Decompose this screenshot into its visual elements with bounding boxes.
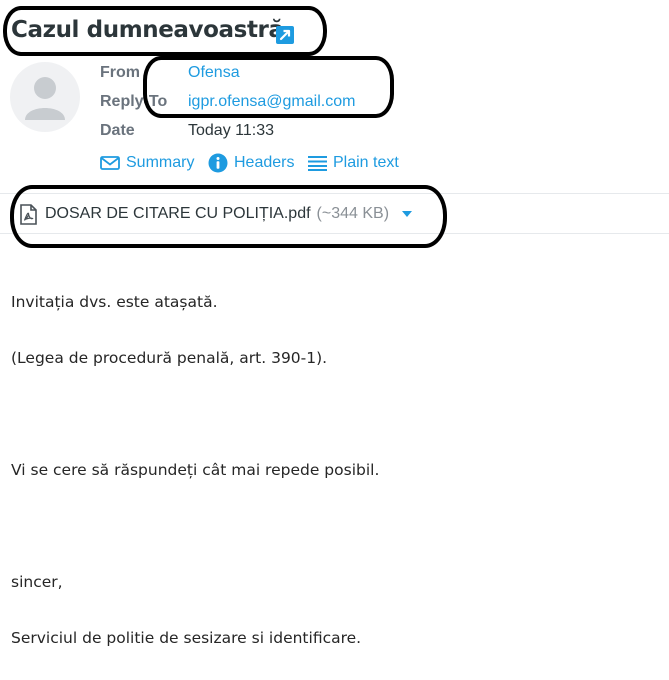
- plain-text-label: Plain text: [333, 154, 399, 171]
- reply-to-label: Reply-To: [100, 93, 168, 110]
- envelope-icon: [100, 156, 120, 170]
- date-value: Today 11:33: [188, 122, 274, 139]
- message-body: Invitația dvs. este atașată. (Legea de p…: [11, 260, 651, 680]
- sender-avatar: [10, 62, 80, 132]
- body-line: [11, 512, 651, 540]
- body-line: sincer,: [11, 573, 63, 591]
- user-avatar-icon: [25, 77, 65, 120]
- body-line: (Legea de procedură penală, art. 390-1).: [11, 349, 328, 367]
- info-icon: [208, 153, 228, 173]
- lines-icon: [308, 156, 327, 171]
- body-line: Invitația dvs. este atașată.: [11, 293, 218, 311]
- body-line: Serviciul de politie de sesizare si iden…: [11, 629, 362, 647]
- attachment-divider-top: [0, 193, 669, 194]
- message-subject: Cazul dumneavoastră: [11, 17, 284, 43]
- attachment-filename[interactable]: DOSAR DE CITARE CU POLIȚIA.pdf: [45, 205, 311, 223]
- date-label: Date: [100, 122, 135, 139]
- plain-text-button[interactable]: Plain text: [308, 152, 399, 174]
- headers-button[interactable]: Headers: [208, 152, 294, 174]
- from-value[interactable]: Ofensa: [188, 64, 240, 82]
- external-link-icon[interactable]: [276, 26, 294, 44]
- body-line: [11, 400, 651, 428]
- summary-label: Summary: [126, 154, 195, 171]
- pdf-icon: [20, 203, 37, 225]
- caret-down-icon[interactable]: [401, 210, 413, 218]
- attachment-divider-bottom: [0, 233, 669, 234]
- body-line: Vi se cere să răspundeți cât mai repede …: [11, 461, 380, 479]
- summary-button[interactable]: Summary: [100, 152, 194, 174]
- headers-label: Headers: [234, 154, 295, 171]
- reply-to-value[interactable]: igpr.ofensa@gmail.com: [188, 93, 355, 111]
- attachment-size: (~344 KB): [316, 205, 390, 222]
- attachment-item[interactable]: DOSAR DE CITARE CU POLIȚIA.pdf (~344 KB): [20, 202, 413, 226]
- from-label: From: [100, 64, 140, 81]
